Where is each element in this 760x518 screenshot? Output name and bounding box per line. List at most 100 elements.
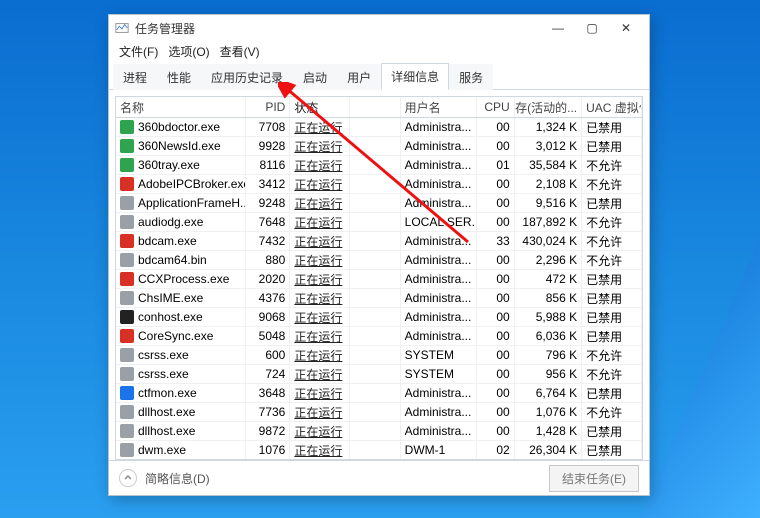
maximize-button[interactable]: ▢ [575, 17, 609, 39]
table-row[interactable]: ctfmon.exe3648正在运行Administra...006,764 K… [116, 384, 642, 403]
table-row[interactable]: CCXProcess.exe2020正在运行Administra...00472… [116, 270, 642, 289]
tab-1[interactable]: 性能 [157, 64, 201, 90]
cell-mem: 1,076 K [515, 403, 582, 421]
col-user[interactable]: 用户名 [401, 97, 478, 117]
chevron-up-icon[interactable] [119, 469, 137, 487]
cell-uac: 已禁用 [582, 289, 642, 307]
cell-mem: 1,428 K [515, 422, 582, 440]
col-mem[interactable]: 内存(活动的... [515, 97, 582, 117]
cell-mem: 1,324 K [515, 118, 582, 136]
cell-pid: 5048 [246, 327, 291, 345]
process-icon [120, 348, 134, 362]
grid-rows[interactable]: 360bdoctor.exe7708正在运行Administra...001,3… [116, 118, 642, 460]
cell-user: SYSTEM [401, 365, 478, 383]
cell-pid: 2020 [246, 270, 291, 288]
table-row[interactable]: 360bdoctor.exe7708正在运行Administra...001,3… [116, 118, 642, 137]
menu-file[interactable]: 文件(F) [115, 42, 162, 61]
table-row[interactable]: conhost.exe9068正在运行Administra...005,988 … [116, 308, 642, 327]
cell-mem: 5,988 K [515, 308, 582, 326]
process-icon [120, 215, 134, 229]
cell-cpu: 00 [477, 422, 514, 440]
table-row[interactable]: CoreSync.exe5048正在运行Administra...006,036… [116, 327, 642, 346]
table-row[interactable]: AdobeIPCBroker.exe3412正在运行Administra...0… [116, 175, 642, 194]
table-row[interactable]: ChsIME.exe4376正在运行Administra...00856 K已禁… [116, 289, 642, 308]
table-row[interactable]: bdcam.exe7432正在运行Administra...33430,024 … [116, 232, 642, 251]
cell-name: bdcam64.bin [138, 253, 207, 267]
col-pid[interactable]: PID [246, 97, 291, 117]
cell-mem: 3,012 K [515, 137, 582, 155]
cell-status: 正在运行 [290, 346, 350, 364]
tab-5[interactable]: 详细信息 [381, 63, 449, 90]
col-uac[interactable]: UAC 虚拟化 [582, 97, 642, 117]
cell-user: Administra... [401, 156, 478, 174]
table-row[interactable]: audiodg.exe7648正在运行LOCAL SER...00187,892… [116, 213, 642, 232]
cell-name: csrss.exe [138, 367, 189, 381]
table-row[interactable]: bdcam64.bin880正在运行Administra...002,296 K… [116, 251, 642, 270]
cell-name: dwm.exe [138, 443, 186, 457]
table-row[interactable]: dwm.exe1076正在运行DWM-10226,304 K已禁用 [116, 441, 642, 460]
cell-cpu: 00 [477, 327, 514, 345]
col-cpu[interactable]: CPU [477, 97, 514, 117]
cell-status: 正在运行 [290, 156, 350, 174]
tabs: 进程性能应用历史记录启动用户详细信息服务 [109, 63, 649, 90]
col-name[interactable]: 名称 [116, 97, 246, 117]
cell-status: 正在运行 [290, 270, 350, 288]
cell-pid: 7648 [246, 213, 291, 231]
tab-3[interactable]: 启动 [293, 64, 337, 90]
tab-6[interactable]: 服务 [449, 64, 493, 90]
table-row[interactable]: ApplicationFrameH...9248正在运行Administra..… [116, 194, 642, 213]
cell-uac: 已禁用 [582, 327, 642, 345]
cell-pid: 8116 [246, 156, 291, 174]
table-row[interactable]: csrss.exe600正在运行SYSTEM00796 K不允许 [116, 346, 642, 365]
table-row[interactable]: 360NewsId.exe9928正在运行Administra...003,01… [116, 137, 642, 156]
cell-uac: 不允许 [582, 175, 642, 193]
cell-status: 正在运行 [290, 365, 350, 383]
cell-user: Administra... [401, 270, 478, 288]
cell-name: conhost.exe [138, 310, 203, 324]
minimize-button[interactable]: — [541, 17, 575, 39]
footer: 简略信息(D) 结束任务(E) [109, 460, 649, 495]
cell-name: 360tray.exe [138, 158, 200, 172]
cell-name: dllhost.exe [138, 405, 195, 419]
process-icon [120, 196, 134, 210]
cell-name: ctfmon.exe [138, 386, 197, 400]
desktop: 任务管理器 — ▢ ✕ 文件(F) 选项(O) 查看(V) 进程性能应用历史记录… [0, 0, 760, 518]
cell-status: 正在运行 [290, 137, 350, 155]
cell-cpu: 00 [477, 118, 514, 136]
col-status[interactable]: 状态 [290, 97, 350, 117]
cell-mem: 2,296 K [515, 251, 582, 269]
cell-name: dllhost.exe [138, 424, 195, 438]
cell-cpu: 00 [477, 251, 514, 269]
titlebar[interactable]: 任务管理器 — ▢ ✕ [109, 15, 649, 41]
cell-pid: 724 [246, 365, 291, 383]
cell-mem: 796 K [515, 346, 582, 364]
table-row[interactable]: 360tray.exe8116正在运行Administra...0135,584… [116, 156, 642, 175]
menu-options[interactable]: 选项(O) [164, 42, 213, 61]
table-row[interactable]: dllhost.exe7736正在运行Administra...001,076 … [116, 403, 642, 422]
cell-cpu: 00 [477, 346, 514, 364]
cell-uac: 已禁用 [582, 308, 642, 326]
table-row[interactable]: csrss.exe724正在运行SYSTEM00956 K不允许 [116, 365, 642, 384]
cell-status: 正在运行 [290, 232, 350, 250]
cell-status: 正在运行 [290, 175, 350, 193]
cell-user: Administra... [401, 118, 478, 136]
cell-pid: 9928 [246, 137, 291, 155]
tab-4[interactable]: 用户 [337, 64, 381, 90]
cell-cpu: 02 [477, 441, 514, 459]
cell-user: SYSTEM [401, 346, 478, 364]
brief-info-toggle[interactable]: 简略信息(D) [145, 470, 210, 487]
cell-mem: 35,584 K [515, 156, 582, 174]
cell-uac: 已禁用 [582, 422, 642, 440]
cell-mem: 472 K [515, 270, 582, 288]
tab-2[interactable]: 应用历史记录 [201, 64, 293, 90]
table-row[interactable]: dllhost.exe9872正在运行Administra...001,428 … [116, 422, 642, 441]
close-button[interactable]: ✕ [609, 17, 643, 39]
app-icon [115, 21, 129, 35]
cell-user: Administra... [401, 422, 478, 440]
cell-cpu: 00 [477, 403, 514, 421]
tab-0[interactable]: 进程 [113, 64, 157, 90]
cell-name: 360NewsId.exe [138, 139, 221, 153]
end-task-button[interactable]: 结束任务(E) [549, 465, 639, 492]
cell-uac: 不允许 [582, 213, 642, 231]
menu-view[interactable]: 查看(V) [216, 42, 264, 61]
